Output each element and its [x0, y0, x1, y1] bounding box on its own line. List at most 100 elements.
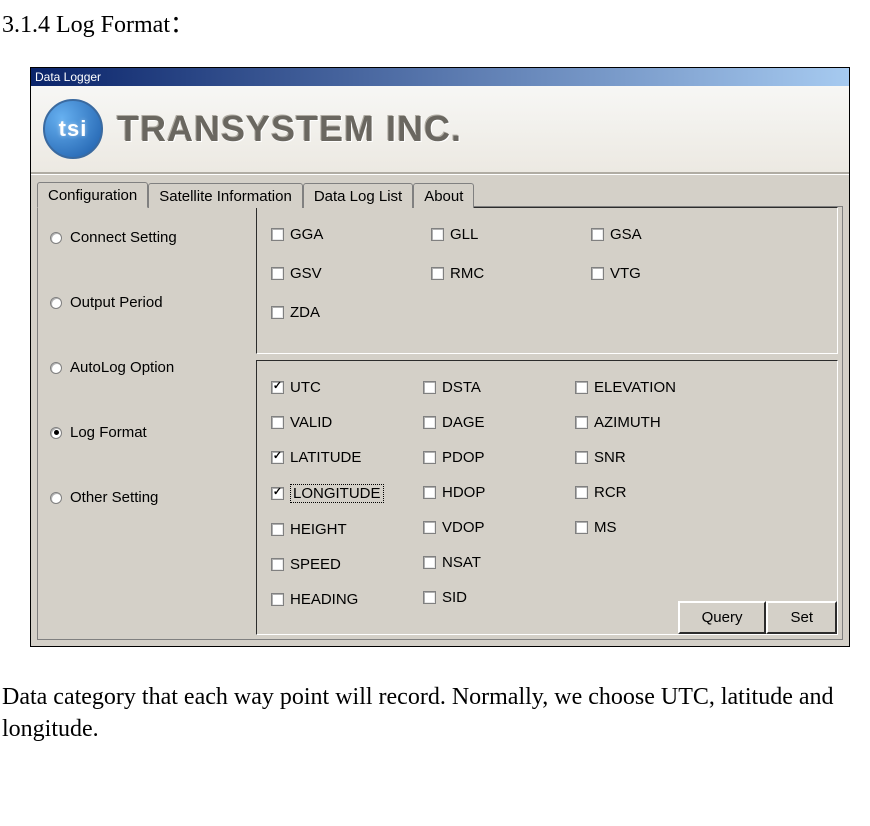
checkbox-label: UTC	[290, 379, 321, 396]
data-logger-window: Data Logger tsi TRANSYSTEM INC. Configur…	[30, 67, 850, 647]
checkbox-utc[interactable]: UTC	[271, 379, 423, 396]
checkbox-label: HEADING	[290, 591, 358, 608]
checkbox-dage[interactable]: DAGE	[423, 414, 575, 431]
checkbox-vtg[interactable]: VTG	[591, 265, 751, 282]
checkbox-vdop[interactable]: VDOP	[423, 519, 575, 536]
checkbox-label: AZIMUTH	[594, 414, 661, 431]
radio-icon	[50, 427, 62, 439]
checkbox-valid[interactable]: VALID	[271, 414, 423, 431]
checkbox-label: PDOP	[442, 449, 485, 466]
checkbox-label: GSV	[290, 265, 322, 282]
right-panel: GGA GLL GSA GSV RMC VTG ZDA UTC VALID LATITUDE LO…	[256, 207, 842, 639]
checkbox-icon	[575, 521, 588, 534]
checkbox-icon	[271, 487, 284, 500]
radio-label: Connect Setting	[70, 229, 177, 246]
checkbox-rmc[interactable]: RMC	[431, 265, 591, 282]
checkbox-gsv[interactable]: GSV	[271, 265, 431, 282]
checkbox-label: VDOP	[442, 519, 485, 536]
checkbox-icon	[271, 381, 284, 394]
sidebar-radio-connect-setting[interactable]: Connect Setting	[50, 229, 248, 246]
checkbox-label: VALID	[290, 414, 332, 431]
checkbox-icon	[423, 381, 436, 394]
checkbox-dsta[interactable]: DSTA	[423, 379, 575, 396]
checkbox-heading[interactable]: HEADING	[271, 591, 423, 608]
checkbox-icon	[431, 267, 444, 280]
sidebar-radio-other-setting[interactable]: Other Setting	[50, 489, 248, 506]
tab-satellite-information[interactable]: Satellite Information	[148, 183, 303, 208]
brand-banner: tsi TRANSYSTEM INC.	[31, 86, 849, 174]
config-pane: Connect Setting Output Period AutoLog Opti…	[37, 207, 843, 640]
radio-icon	[50, 362, 62, 374]
sidebar-radio-autolog-option[interactable]: AutoLog Option	[50, 359, 248, 376]
radio-icon	[50, 232, 62, 244]
checkbox-icon	[271, 593, 284, 606]
checkbox-label: DAGE	[442, 414, 485, 431]
checkbox-icon	[271, 267, 284, 280]
section-heading: 3.1.4 Log Format：	[0, 0, 870, 47]
checkbox-icon	[575, 486, 588, 499]
checkbox-zda[interactable]: ZDA	[271, 304, 431, 321]
brand-text: TRANSYSTEM INC.	[117, 108, 462, 150]
checkbox-icon	[271, 523, 284, 536]
checkbox-latitude[interactable]: LATITUDE	[271, 449, 423, 466]
tab-configuration[interactable]: Configuration	[37, 182, 148, 208]
sidebar-radio-output-period[interactable]: Output Period	[50, 294, 248, 311]
query-button[interactable]: Query	[678, 601, 767, 634]
checkbox-nsat[interactable]: NSAT	[423, 554, 575, 571]
radio-label: Log Format	[70, 424, 147, 441]
checkbox-icon	[271, 228, 284, 241]
checkbox-label: DSTA	[442, 379, 481, 396]
checkbox-label: NSAT	[442, 554, 481, 571]
checkbox-longitude[interactable]: LONGITUDE	[271, 484, 423, 503]
checkbox-pdop[interactable]: PDOP	[423, 449, 575, 466]
tsi-logo-icon: tsi	[43, 99, 103, 159]
checkbox-icon	[423, 416, 436, 429]
checkbox-label: VTG	[610, 265, 641, 282]
checkbox-gll[interactable]: GLL	[431, 226, 591, 243]
button-bar: Query Set	[678, 601, 837, 634]
sidebar-radio-log-format[interactable]: Log Format	[50, 424, 248, 441]
radio-label: Other Setting	[70, 489, 158, 506]
tab-about[interactable]: About	[413, 183, 474, 208]
checkbox-label: ZDA	[290, 304, 320, 321]
checkbox-icon	[423, 486, 436, 499]
checkbox-hdop[interactable]: HDOP	[423, 484, 575, 501]
checkbox-icon	[423, 521, 436, 534]
checkbox-sid[interactable]: SID	[423, 589, 575, 606]
checkbox-icon	[271, 306, 284, 319]
checkbox-elevation[interactable]: ELEVATION	[575, 379, 735, 396]
checkbox-label: LATITUDE	[290, 449, 361, 466]
checkbox-rcr[interactable]: RCR	[575, 484, 735, 501]
checkbox-icon	[423, 556, 436, 569]
checkbox-label: ELEVATION	[594, 379, 676, 396]
checkbox-label: GGA	[290, 226, 323, 243]
checkbox-icon	[591, 267, 604, 280]
checkbox-icon	[423, 591, 436, 604]
checkbox-label: GSA	[610, 226, 642, 243]
checkbox-icon	[431, 228, 444, 241]
checkbox-snr[interactable]: SNR	[575, 449, 735, 466]
checkbox-icon	[575, 451, 588, 464]
checkbox-label: LONGITUDE	[290, 484, 384, 503]
checkbox-label: MS	[594, 519, 617, 536]
checkbox-gsa[interactable]: GSA	[591, 226, 751, 243]
checkbox-label: HEIGHT	[290, 521, 347, 538]
checkbox-azimuth[interactable]: AZIMUTH	[575, 414, 735, 431]
checkbox-height[interactable]: HEIGHT	[271, 521, 423, 538]
radio-icon	[50, 297, 62, 309]
checkbox-label: SNR	[594, 449, 626, 466]
radio-icon	[50, 492, 62, 504]
tab-data-log-list[interactable]: Data Log List	[303, 183, 413, 208]
checkbox-label: GLL	[450, 226, 478, 243]
footer-paragraph: Data category that each way point will r…	[0, 657, 870, 754]
checkbox-icon	[423, 451, 436, 464]
window-titlebar: Data Logger	[31, 68, 849, 86]
nmea-group: GGA GLL GSA GSV RMC VTG ZDA	[256, 207, 838, 354]
checkbox-label: HDOP	[442, 484, 485, 501]
fields-group: UTC VALID LATITUDE LONGITUDE HEIGHT SPEED HEAD…	[256, 360, 838, 635]
checkbox-ms[interactable]: MS	[575, 519, 735, 536]
checkbox-gga[interactable]: GGA	[271, 226, 431, 243]
checkbox-speed[interactable]: SPEED	[271, 556, 423, 573]
tab-strip: ConfigurationSatellite InformationData L…	[31, 174, 849, 207]
set-button[interactable]: Set	[766, 601, 837, 634]
